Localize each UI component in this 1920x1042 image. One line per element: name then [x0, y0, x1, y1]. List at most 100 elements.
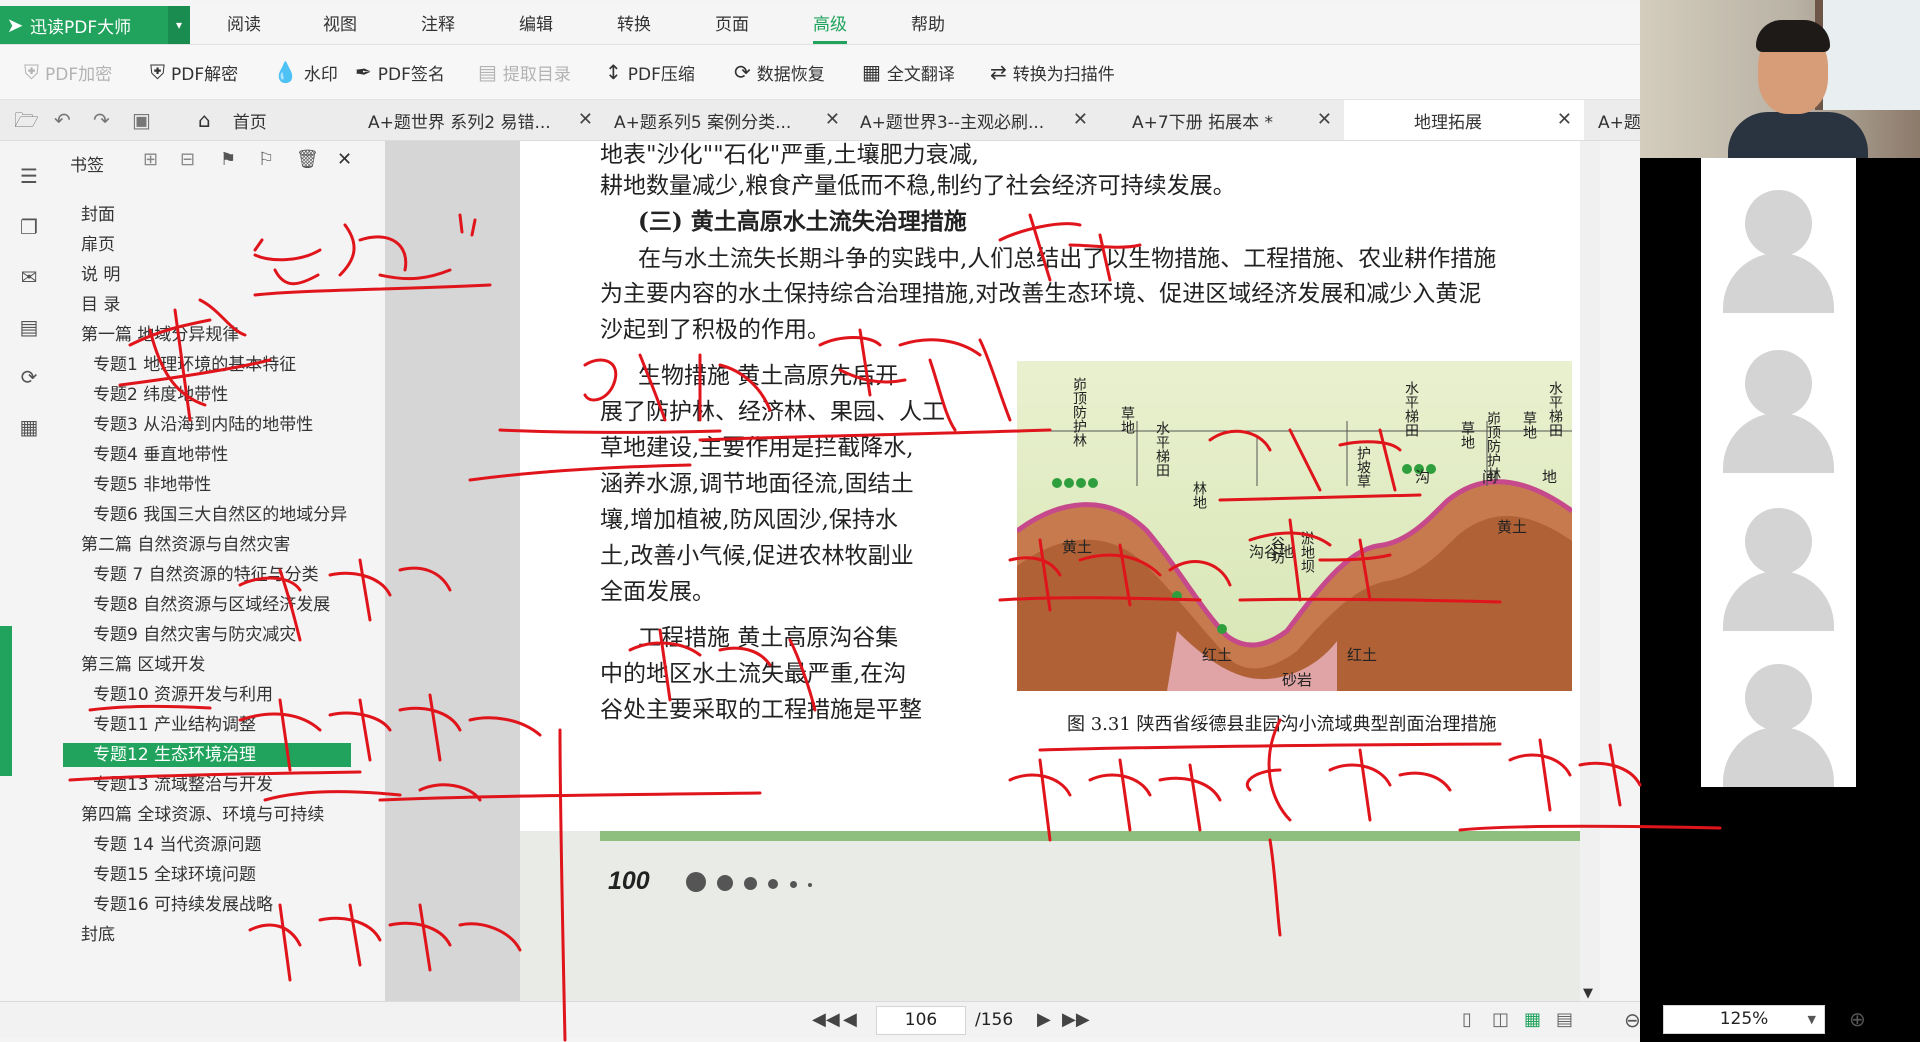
bookmark-item[interactable]: 专题13 流域整治与开发 — [93, 773, 273, 797]
close-icon[interactable]: ✕ — [1557, 100, 1572, 140]
zoom-out-icon[interactable]: ⊖ — [1624, 1002, 1640, 1038]
pdf-encrypt-button[interactable]: ⛨ PDF加密 — [24, 45, 112, 99]
close-panel-icon[interactable]: ✕ — [337, 149, 352, 170]
translate-icon[interactable]: ▦ — [16, 414, 42, 440]
menu-convert[interactable]: 转换 — [617, 6, 651, 44]
close-icon[interactable]: ✕ — [578, 100, 593, 140]
doc-tab-4[interactable]: A+7下册 拓展本 * ✕ — [1132, 100, 1332, 140]
left-icon-strip: ☰ ❐ ✉ ▤ ⟳ ▦ — [0, 141, 56, 1001]
bookmark-item[interactable]: 第一篇 地域分异规律 — [81, 323, 239, 347]
bookmark-item[interactable]: 专题11 产业结构调整 — [93, 713, 256, 737]
data-restore-button[interactable]: ⟳ 数据恢复 — [734, 45, 825, 99]
footer-green-rule — [600, 831, 1580, 841]
doc-tab-3[interactable]: A+题世界3--主观必刷... ✕ — [860, 100, 1088, 140]
single-page-icon[interactable]: ▯ — [1462, 1002, 1472, 1038]
menu-comment[interactable]: 注释 — [421, 6, 455, 44]
pdf-sign-button[interactable]: ✒ PDF签名 — [355, 45, 445, 99]
collapse-all-icon[interactable]: ⊟ — [180, 149, 195, 170]
scroll-down-icon[interactable]: ▼ — [1583, 986, 1593, 1001]
first-page-icon[interactable]: ◀◀ — [812, 1002, 840, 1038]
menu-advanced[interactable]: 高级 — [813, 6, 847, 44]
undo-icon[interactable]: ↶ — [54, 100, 71, 140]
close-icon[interactable]: ✕ — [1073, 100, 1088, 140]
full-translate-button[interactable]: ▦ 全文翻译 — [862, 45, 955, 99]
pdf-decrypt-button[interactable]: ⛨ PDF解密 — [150, 45, 238, 99]
document-tab-bar: 🗁 ↶ ↷ ▣ ⌂ 首页 A+题世界 系列2 易错... ✕ A+题系列5 案例分类… — [0, 100, 1640, 141]
bookmark-item[interactable]: 专题6 我国三大自然区的地域分异 — [93, 503, 347, 527]
bookmark-item-active[interactable]: 专题12 生态环境治理 — [63, 743, 351, 767]
doc-tab-1[interactable]: A+题世界 系列2 易错... ✕ — [368, 100, 593, 140]
delete-bookmark-icon[interactable]: 🗑 — [296, 149, 319, 170]
page-text-line: 谷处主要采取的工程措施是平整 — [600, 697, 922, 723]
translate-icon: ▦ — [862, 60, 881, 84]
redo-icon[interactable]: ↷ — [93, 100, 110, 140]
bookmark-item[interactable]: 专题 14 当代资源问题 — [93, 833, 261, 857]
zoom-select[interactable]: 125% ▼ — [1663, 1005, 1825, 1034]
watermark-button[interactable]: 💧 水印 — [273, 45, 338, 99]
double-continuous-icon[interactable]: ▤ — [1556, 1002, 1573, 1038]
close-icon[interactable]: ✕ — [1317, 100, 1332, 140]
bookmark-item[interactable]: 封底 — [81, 923, 115, 947]
last-page-icon[interactable]: ▶▶ — [1062, 1002, 1090, 1038]
bookmark-item[interactable]: 目 录 — [81, 293, 120, 317]
close-icon[interactable]: ✕ — [825, 100, 840, 140]
bookmark-item[interactable]: 专题 7 自然资源的特征与分类 — [93, 563, 319, 587]
prev-page-icon[interactable]: ◀ — [843, 1002, 857, 1038]
bookmark-item[interactable]: 专题4 垂直地带性 — [93, 443, 228, 467]
bookmark-item[interactable]: 专题10 资源开发与利用 — [93, 683, 273, 707]
bookmark-item[interactable]: 说 明 — [81, 263, 120, 287]
bookmark-item[interactable]: 专题3 从沿海到内陆的地带性 — [93, 413, 313, 437]
bookmark-item[interactable]: 专题16 可持续发展战略 — [93, 893, 273, 917]
participant-avatar[interactable] — [1701, 158, 1856, 313]
participant-avatar[interactable] — [1701, 632, 1856, 787]
expand-all-icon[interactable]: ⊞ — [143, 149, 158, 170]
figure-label: 草地 — [1119, 406, 1135, 434]
bookmark-item[interactable]: 第四篇 全球资源、环境与可持续 — [81, 803, 324, 827]
pdf-compress-button[interactable]: ↕ PDF压缩 — [605, 45, 695, 99]
chevron-down-icon[interactable]: ▾ — [168, 6, 190, 44]
panel-collapse-handle[interactable] — [0, 626, 12, 776]
participant-avatar[interactable] — [1701, 476, 1856, 631]
menu-view[interactable]: 视图 — [323, 6, 357, 44]
bookmark-item[interactable]: 专题5 非地带性 — [93, 473, 211, 497]
bookmark-list-icon[interactable]: ☰ — [16, 163, 42, 189]
next-page-icon[interactable]: ▶ — [1037, 1002, 1051, 1038]
thumbnails-icon[interactable]: ❐ — [16, 214, 42, 240]
bookmark-item[interactable]: 专题15 全球环境问题 — [93, 863, 256, 887]
doc-tab-active[interactable]: 地理拓展 ✕ — [1344, 100, 1584, 140]
bookmark-item[interactable]: 专题2 纬度地带性 — [93, 383, 228, 407]
tab-home[interactable]: ⌂ 首页 — [198, 100, 267, 140]
bookmark-item[interactable]: 专题9 自然灾害与防灾减灾 — [93, 623, 296, 647]
bookmark-item[interactable]: 专题1 地理环境的基本特征 — [93, 353, 296, 377]
bookmark-item[interactable]: 扉页 — [81, 233, 115, 257]
word-convert-icon[interactable]: ▤ — [16, 314, 42, 340]
menu-edit[interactable]: 编辑 — [519, 6, 553, 44]
refresh-icon[interactable]: ⟳ — [16, 364, 42, 390]
double-page-icon[interactable]: ◫ — [1492, 1002, 1509, 1038]
participant-avatar[interactable] — [1701, 318, 1856, 473]
zoom-in-icon[interactable]: ⊕ — [1849, 1001, 1866, 1037]
edit-bookmark-icon[interactable]: ⚐ — [258, 149, 274, 170]
comment-icon[interactable]: ✉ — [16, 264, 42, 290]
open-folder-icon[interactable]: 🗁 — [14, 100, 39, 140]
convert-scan-button[interactable]: ⇄ 转换为扫描件 — [990, 45, 1115, 99]
vertical-scrollbar[interactable]: ▼ — [1580, 141, 1600, 1001]
bookmark-item[interactable]: 第二篇 自然资源与自然灾害 — [81, 533, 290, 557]
bookmark-item[interactable]: 封面 — [81, 203, 115, 227]
figure-caption: 图 3.31 陕西省绥德县韭园沟小流域典型剖面治理措施 — [1067, 714, 1497, 735]
menu-read[interactable]: 阅读 — [227, 6, 261, 44]
app-brand-button[interactable]: ➤ 迅读PDF大师 ▾ — [0, 6, 190, 44]
save-icon[interactable]: ▣ — [132, 100, 151, 140]
extract-toc-button[interactable]: ▤ 提取目录 — [478, 45, 571, 99]
bookmark-item[interactable]: 专题8 自然资源与区域经济发展 — [93, 593, 330, 617]
menu-help[interactable]: 帮助 — [911, 6, 945, 44]
bookmark-item[interactable]: 第三篇 区域开发 — [81, 653, 205, 677]
doc-tab-2[interactable]: A+题系列5 案例分类... ✕ — [614, 100, 840, 140]
page-number-input[interactable]: 106 — [876, 1006, 966, 1035]
doc-tab-6[interactable]: A+题 — [1598, 100, 1640, 140]
continuous-page-icon[interactable]: ▦ — [1524, 1002, 1541, 1038]
menu-page[interactable]: 页面 — [715, 6, 749, 44]
advanced-toolbar: ⛨ PDF加密 ⛨ PDF解密 💧 水印 ✒ PDF签名 ▤ 提取目录 ↕ PDF压缩 ⟳ 数… — [0, 45, 1640, 100]
figure-label: 红土 — [1202, 646, 1233, 664]
add-bookmark-icon[interactable]: ⚑ — [220, 149, 236, 170]
